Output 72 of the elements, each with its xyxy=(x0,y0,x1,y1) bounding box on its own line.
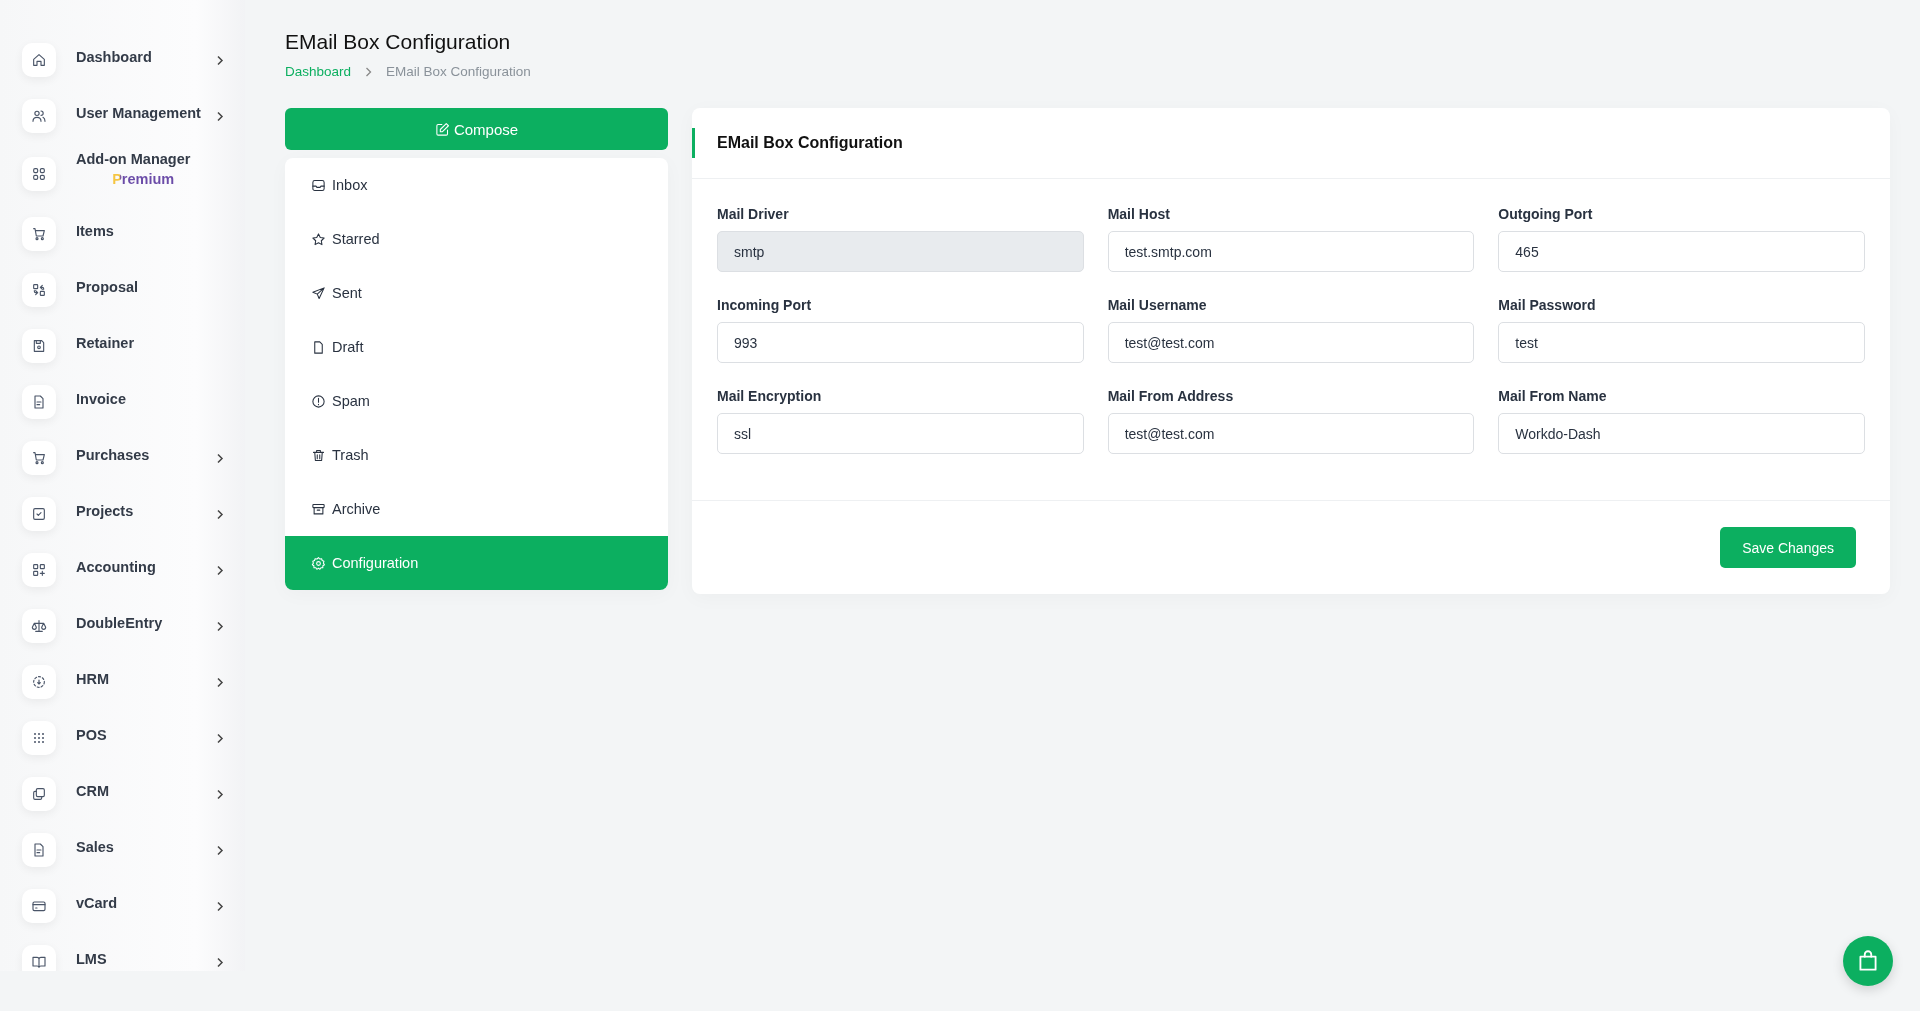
send-icon xyxy=(311,285,326,301)
settings-icon xyxy=(311,555,326,571)
field-label: Mail Encryption xyxy=(717,388,823,404)
field-label: Mail From Name xyxy=(1498,388,1608,404)
mail-folder-item[interactable]: Starred xyxy=(285,212,668,266)
cart-icon xyxy=(22,441,56,475)
inbox-icon xyxy=(311,177,326,193)
document-icon xyxy=(22,833,56,867)
input-field[interactable]: test@test.com xyxy=(1107,413,1475,454)
document-icon xyxy=(22,385,56,419)
mail-folder-item[interactable]: Sent xyxy=(285,266,668,320)
card-title: EMail Box Configuration xyxy=(717,134,903,152)
sidebar-item[interactable]: User Management xyxy=(0,88,245,144)
input-field[interactable]: test.smtp.com xyxy=(1107,231,1475,272)
shopping-bag-icon[interactable] xyxy=(1843,936,1893,986)
mail-folder-item[interactable]: Inbox xyxy=(285,158,668,212)
sidebar-item[interactable]: HRM xyxy=(0,654,245,710)
field-label: Mail Host xyxy=(1107,206,1171,222)
users-icon xyxy=(22,99,56,133)
sidebar-label: Add-on Manager xyxy=(76,151,191,167)
document-icon xyxy=(311,339,326,355)
sidebar-item[interactable]: Items xyxy=(0,206,245,262)
sidebar-item[interactable]: Add-on Manager Premium xyxy=(0,142,245,206)
star-icon xyxy=(311,231,326,247)
mail-folder-item[interactable]: Archive xyxy=(285,482,668,536)
input-field[interactable]: Workdo-Dash xyxy=(1498,413,1865,454)
field-label: Outgoing Port xyxy=(1498,206,1594,222)
sidebar-item[interactable]: LMS xyxy=(0,934,245,971)
sidebar-item[interactable]: DoubleEntry xyxy=(0,598,245,654)
field-label: Mail From Address xyxy=(1107,388,1235,404)
sidebar-item[interactable]: Projects xyxy=(0,486,245,542)
card-icon xyxy=(22,889,56,923)
field-label: Incoming Port xyxy=(717,297,813,313)
alert-circle-icon xyxy=(311,393,326,409)
premium-label: Premium xyxy=(112,171,175,187)
input-field[interactable]: 465 xyxy=(1498,231,1865,272)
mail-folder-item[interactable]: Draft xyxy=(285,320,668,374)
input-field[interactable]: ssl xyxy=(717,413,1084,454)
checkbox-icon xyxy=(22,497,56,531)
sidebar-item[interactable]: vCard xyxy=(0,878,245,934)
mail-folder-item[interactable]: Trash xyxy=(285,428,668,482)
page-title: EMail Box Configuration xyxy=(285,30,512,54)
input-field[interactable]: 993 xyxy=(717,322,1084,363)
book-icon xyxy=(22,945,56,971)
field-label: Mail Password xyxy=(1498,297,1597,313)
mail-folder-item[interactable]: Spam xyxy=(285,374,668,428)
cart-icon xyxy=(22,217,56,251)
copy-icon xyxy=(22,777,56,811)
field-label: Mail Driver xyxy=(717,206,790,222)
dots-grid-icon xyxy=(22,721,56,755)
sidebar-item[interactable]: Purchases xyxy=(0,430,245,486)
swap-icon xyxy=(22,273,56,307)
sidebar-item[interactable]: POS xyxy=(0,710,245,766)
input-field[interactable]: test@test.com xyxy=(1107,322,1475,363)
chevron-right-icon xyxy=(365,66,373,77)
trash-icon xyxy=(311,447,326,463)
sidebar-item[interactable]: Sales xyxy=(0,822,245,878)
sidebar-item[interactable]: CRM xyxy=(0,766,245,822)
input-field[interactable]: test xyxy=(1498,322,1865,363)
grid-icon xyxy=(22,157,56,191)
scale-icon xyxy=(22,609,56,643)
sidebar-item[interactable]: Proposal xyxy=(0,262,245,318)
field-label: Mail Username xyxy=(1107,297,1208,313)
sidebar-item[interactable]: Retainer xyxy=(0,318,245,374)
archive-icon xyxy=(311,501,326,517)
home-icon xyxy=(22,43,56,77)
breadcrumb-current: EMail Box Configuration xyxy=(386,64,531,79)
sidebar-item[interactable]: Invoice xyxy=(0,374,245,430)
sidebar-item[interactable]: Accounting xyxy=(0,542,245,598)
grid-plus-icon xyxy=(22,553,56,587)
sidebar-item[interactable]: Dashboard xyxy=(0,32,245,88)
edit-icon xyxy=(434,121,450,137)
